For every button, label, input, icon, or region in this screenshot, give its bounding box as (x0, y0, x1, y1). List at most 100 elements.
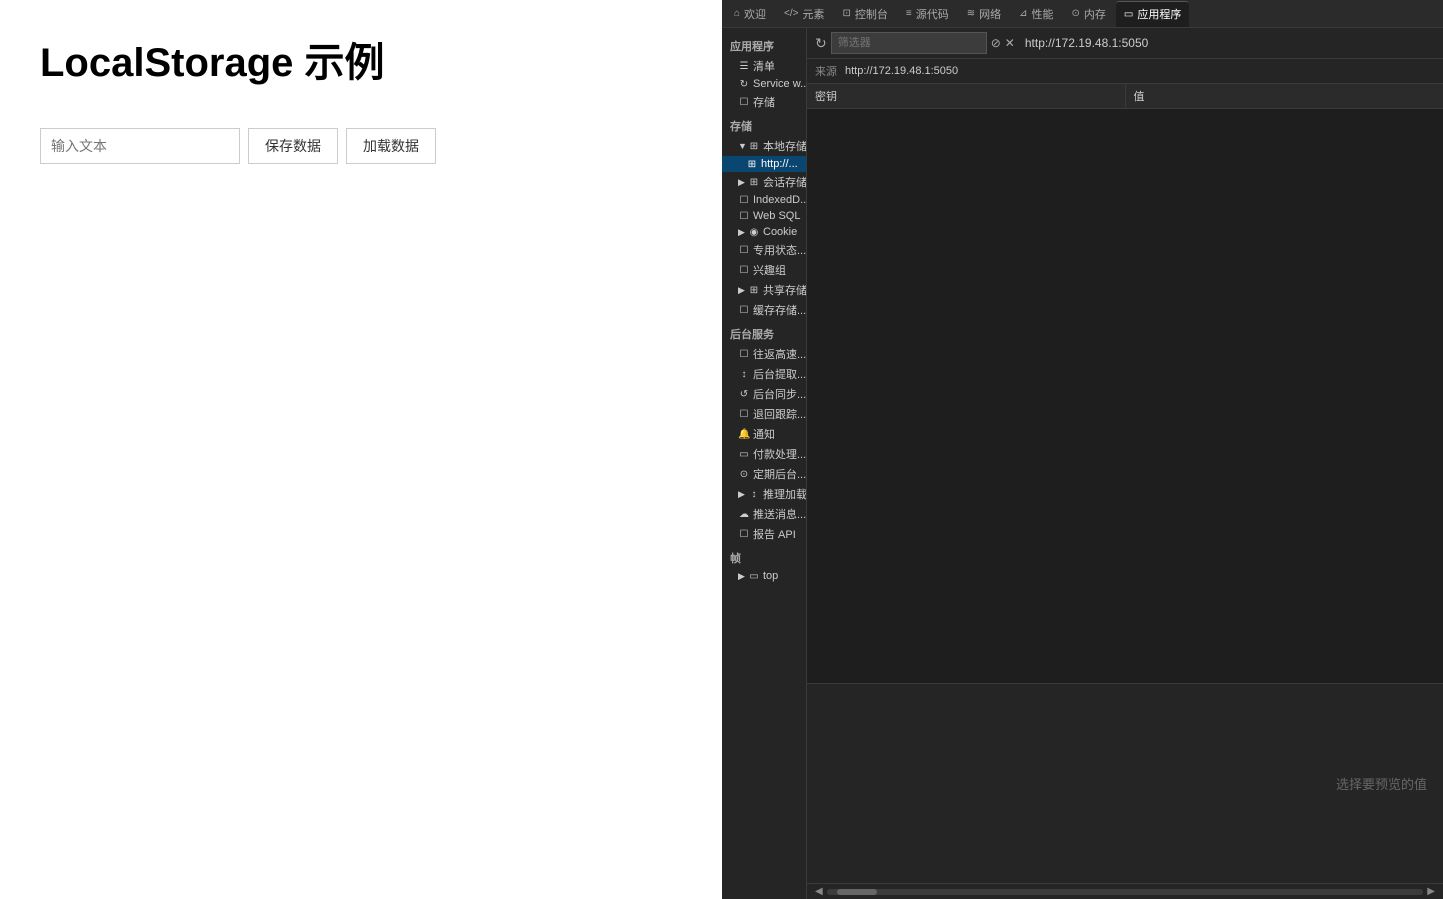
scroll-left-icon[interactable]: ◀ (815, 886, 823, 897)
sidebar-item-private-state[interactable]: ☐ 专用状态... (722, 240, 806, 260)
page-title: LocalStorage 示例 (40, 30, 682, 88)
push-icon: ☁ (738, 509, 750, 520)
frame-icon: ▭ (748, 571, 760, 582)
filter-input[interactable] (831, 32, 987, 54)
tab-elements[interactable]: </> 元素 (776, 1, 832, 27)
bg-fetch-icon: ↕ (738, 369, 750, 380)
scroll-thumb (837, 889, 877, 895)
sidebar-item-cookies[interactable]: ▶ ◉ Cookie (722, 224, 806, 240)
sidebar-item-frame-top[interactable]: ▶ ▭ top (722, 568, 806, 584)
devtools-panel: ⌂ 欢迎 </> 元素 ⊡ 控制台 ≡ 源代码 ≋ 网络 ⊿ 性能 ⊙ 内存 ▭ (722, 0, 1443, 899)
periodic-bg-icon: ⊙ (738, 469, 750, 480)
storage-table: 密钥 值 (807, 84, 1443, 683)
bounce-tracking-icon: ☐ (738, 409, 750, 420)
sidebar-item-bg-sync[interactable]: ↺ 后台同步... (722, 384, 806, 404)
application-icon: ▭ (1124, 9, 1133, 20)
scrollbar-area: ◀ ▶ (807, 883, 1443, 899)
cache-storage-icon: ☐ (738, 305, 750, 316)
webpage-panel: LocalStorage 示例 保存数据 加载数据 (0, 0, 722, 899)
sidebar-item-notifications[interactable]: 🔔 通知 (722, 424, 806, 444)
sidebar-item-indexeddb[interactable]: ☐ IndexedD... (722, 192, 806, 208)
bfcache-icon: ☐ (738, 349, 750, 360)
sources-icon: ≡ (906, 8, 912, 19)
sidebar-item-bg-fetch[interactable]: ↕ 后台提取... (722, 364, 806, 384)
sidebar-item-sessionstorage[interactable]: ▶ ⊞ 会话存储 (722, 172, 806, 192)
source-row: 来源 http://172.19.48.1:5050 (807, 59, 1443, 84)
sidebar-item-storage[interactable]: ☐ 存储 (722, 92, 806, 112)
expand-arrow-ss: ▶ (738, 177, 746, 188)
section-frames: 帧 (722, 544, 806, 568)
tab-welcome[interactable]: ⌂ 欢迎 (726, 1, 774, 27)
manifest-icon: ☰ (738, 61, 750, 72)
sidebar-item-serviceworker[interactable]: ↻ Service w... (722, 76, 806, 92)
interest-groups-icon: ☐ (738, 265, 750, 276)
section-backend: 后台服务 (722, 320, 806, 344)
text-input[interactable] (40, 128, 240, 164)
cookie-icon: ◉ (748, 227, 760, 238)
scroll-right-icon[interactable]: ▶ (1427, 886, 1435, 897)
tab-console[interactable]: ⊡ 控制台 (835, 1, 896, 27)
sidebar-item-localstorage[interactable]: ▼ ⊞ 本地存储 (722, 136, 806, 156)
sidebar-item-bounce-tracking[interactable]: ☐ 退回跟踪... (722, 404, 806, 424)
indexeddb-icon: ☐ (738, 195, 750, 206)
scroll-track[interactable] (827, 889, 1424, 895)
welcome-icon: ⌂ (734, 8, 740, 19)
url-display: http://172.19.48.1:5050 (1019, 34, 1154, 52)
save-button[interactable]: 保存数据 (248, 128, 338, 164)
sidebar-item-reporting[interactable]: ☐ 报告 API (722, 524, 806, 544)
network-icon: ≋ (967, 8, 975, 19)
serviceworker-icon: ↻ (738, 79, 750, 90)
source-value: http://172.19.48.1:5050 (845, 65, 958, 77)
devtools-main-area: 应用程序 ☰ 清单 ↻ Service w... ☐ 存储 存储 ▼ ⊞ 本地存… (722, 28, 1443, 899)
payment-icon: ▭ (738, 449, 750, 460)
table-body (807, 109, 1443, 683)
sidebar-item-cache-storage[interactable]: ☐ 缓存存储... (722, 300, 806, 320)
expand-arrow-shared: ▶ (738, 285, 746, 296)
filter-close-icon[interactable]: ✕ (1005, 36, 1015, 50)
storage-overview-icon: ☐ (738, 97, 750, 108)
col-value: 值 (1126, 84, 1443, 108)
sidebar-item-manifest[interactable]: ☰ 清单 (722, 56, 806, 76)
sidebar-item-periodic-bg[interactable]: ⊙ 定期后台... (722, 464, 806, 484)
console-icon: ⊡ (843, 8, 851, 19)
refresh-icon[interactable]: ↻ (815, 35, 827, 52)
filter-clear-icon[interactable]: ⊘ (991, 36, 1001, 50)
preview-area: 选择要预览的值 (807, 683, 1443, 883)
elements-icon: </> (784, 8, 798, 19)
expand-arrow-cookie: ▶ (738, 227, 746, 238)
tab-sources[interactable]: ≡ 源代码 (898, 1, 957, 27)
performance-icon: ⊿ (1019, 8, 1027, 19)
preview-placeholder: 选择要预览的值 (1336, 774, 1427, 793)
sidebar-item-localstorage-origin[interactable]: ⊞ http://... (722, 156, 806, 172)
tab-application[interactable]: ▭ 应用程序 (1116, 1, 1189, 27)
sidebar-item-interest-groups[interactable]: ☐ 兴趣组 (722, 260, 806, 280)
sidebar-item-bfcache[interactable]: ☐ 往返高速... (722, 344, 806, 364)
source-label: 来源 (815, 63, 837, 79)
table-header: 密钥 值 (807, 84, 1443, 109)
sidebar-item-websql[interactable]: ☐ Web SQL (722, 208, 806, 224)
sidebar-item-push[interactable]: ☁ 推送消息... (722, 504, 806, 524)
tab-network[interactable]: ≋ 网络 (959, 1, 1009, 27)
tab-performance[interactable]: ⊿ 性能 (1011, 1, 1061, 27)
load-button[interactable]: 加载数据 (346, 128, 436, 164)
memory-icon: ⊙ (1072, 8, 1080, 19)
expand-arrow-ls: ▼ (738, 141, 746, 151)
sidebar-item-speculation[interactable]: ▶ ↕ 推理加载... (722, 484, 806, 504)
url-bar: ↻ ⊘ ✕ http://172.19.48.1:5050 (807, 28, 1443, 59)
section-storage: 存储 (722, 112, 806, 136)
sidebar-item-shared-storage[interactable]: ▶ ⊞ 共享存储... (722, 280, 806, 300)
speculation-icon: ↕ (748, 489, 760, 500)
devtools-content: ↻ ⊘ ✕ http://172.19.48.1:5050 来源 http://… (807, 28, 1443, 899)
sessionstorage-icon: ⊞ (748, 177, 760, 188)
sidebar-item-payment[interactable]: ▭ 付款处理... (722, 444, 806, 464)
bg-sync-icon: ↺ (738, 389, 750, 400)
col-key: 密钥 (807, 84, 1126, 108)
devtools-sidebar: 应用程序 ☰ 清单 ↻ Service w... ☐ 存储 存储 ▼ ⊞ 本地存… (722, 28, 807, 899)
devtools-tab-bar: ⌂ 欢迎 </> 元素 ⊡ 控制台 ≡ 源代码 ≋ 网络 ⊿ 性能 ⊙ 内存 ▭ (722, 0, 1443, 28)
shared-storage-icon: ⊞ (748, 285, 760, 296)
tab-memory[interactable]: ⊙ 内存 (1064, 1, 1114, 27)
localstorage-icon: ⊞ (748, 141, 760, 152)
section-app: 应用程序 (722, 32, 806, 56)
expand-arrow-spec: ▶ (738, 489, 746, 500)
reporting-icon: ☐ (738, 529, 750, 540)
